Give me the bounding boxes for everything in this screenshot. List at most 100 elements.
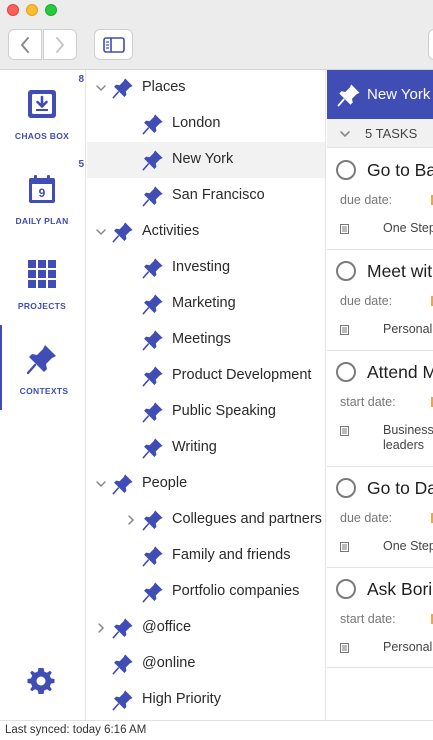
context-row[interactable]: New York xyxy=(87,142,325,178)
task-project-name: Business xyxy=(383,423,433,437)
minimize-window-button[interactable] xyxy=(26,4,38,16)
complete-task-checkbox[interactable] xyxy=(336,478,356,498)
context-row[interactable]: People xyxy=(87,466,325,502)
context-row[interactable]: Writing xyxy=(87,430,325,466)
context-label: Places xyxy=(142,79,186,95)
last-synced-text: Last synced: today 6:16 AM xyxy=(5,724,147,736)
toggle-sidebar-button[interactable] xyxy=(94,29,133,60)
complete-task-checkbox[interactable] xyxy=(336,261,356,281)
rail-label-projects: PROJECTS xyxy=(17,301,67,311)
forward-button[interactable] xyxy=(43,29,77,60)
pushpin-icon xyxy=(112,222,133,243)
task-project[interactable]: One Step xyxy=(383,221,433,236)
context-label: High Priority xyxy=(142,691,221,707)
task-title: Ask Bori xyxy=(367,579,433,599)
pushpin-icon xyxy=(142,294,163,315)
window-toolbar xyxy=(0,0,433,70)
task-card[interactable]: Go to Da due date: One Step xyxy=(327,467,433,568)
task-date-label: due date: xyxy=(340,294,393,308)
rail-item-projects[interactable]: PROJECTS xyxy=(0,240,86,325)
chevron-right-icon xyxy=(56,36,64,53)
context-row[interactable]: Portfolio companies xyxy=(87,574,325,610)
pushpin-icon xyxy=(112,78,133,99)
context-label: Investing xyxy=(172,259,231,275)
daily-plan-count: 5 xyxy=(78,159,84,170)
tasks-group-header[interactable]: 5 TASKS xyxy=(327,119,433,148)
context-label: @office xyxy=(142,619,192,635)
context-row[interactable]: Family and friends xyxy=(87,538,325,574)
task-title: Go to Ba xyxy=(367,160,433,180)
rail-item-contexts[interactable]: CONTEXTS xyxy=(0,325,86,410)
context-label: Portfolio companies xyxy=(172,583,300,599)
context-row[interactable]: Product Development xyxy=(87,358,325,394)
context-row[interactable]: London xyxy=(87,106,325,142)
task-project-name: One Step xyxy=(383,539,433,553)
chevron-right-icon[interactable] xyxy=(125,514,137,526)
calendar-day-number: 9 xyxy=(39,186,46,200)
context-label: Writing xyxy=(172,439,217,455)
context-row[interactable]: Collegues and partners xyxy=(87,502,325,538)
task-project[interactable]: Personal xyxy=(383,322,432,337)
context-label: Marketing xyxy=(172,295,236,311)
chevron-down-icon xyxy=(340,131,350,138)
task-project[interactable]: One Step xyxy=(383,539,433,554)
rail-item-chaos-box[interactable]: 8 CHAOS BOX xyxy=(0,70,86,155)
task-date-label: due date: xyxy=(340,511,393,525)
project-icon xyxy=(340,224,349,234)
complete-task-checkbox[interactable] xyxy=(336,160,356,180)
context-row[interactable]: Activities xyxy=(87,214,325,250)
context-row[interactable]: High Priority xyxy=(87,682,325,718)
rail-item-daily-plan[interactable]: 5 9 DAILY PLAN xyxy=(0,155,86,240)
context-label: Family and friends xyxy=(172,547,291,563)
context-row[interactable]: @office xyxy=(87,610,325,646)
context-label: San Francisco xyxy=(172,187,265,203)
task-date-label: due date: xyxy=(340,193,393,207)
context-row[interactable]: Public Speaking xyxy=(87,394,325,430)
pushpin-icon xyxy=(112,654,133,675)
chevron-down-icon[interactable] xyxy=(95,226,107,238)
context-label: Public Speaking xyxy=(172,403,276,419)
pushpin-icon xyxy=(142,438,163,459)
toolbar-overflow-button[interactable] xyxy=(428,29,433,60)
task-project-name-line2: leaders xyxy=(383,438,424,452)
task-card[interactable]: Ask Bori start date: Personal xyxy=(327,568,433,668)
chaos-box-count: 8 xyxy=(78,74,84,85)
task-project-name: One Step xyxy=(383,221,433,235)
back-button[interactable] xyxy=(8,29,42,60)
chevron-right-icon[interactable] xyxy=(95,622,107,634)
task-card[interactable]: Meet wit due date: Personal xyxy=(327,250,433,351)
zoom-window-button[interactable] xyxy=(45,4,57,16)
tasks-pane: New York 5 TASKS Go to Ba due date: One St… xyxy=(327,70,433,720)
chevron-down-icon[interactable] xyxy=(95,82,107,94)
pushpin-icon xyxy=(142,582,163,603)
context-label: London xyxy=(172,115,221,131)
context-label: Collegues and partners xyxy=(172,511,322,527)
rail-label-contexts: CONTEXTS xyxy=(19,386,69,396)
context-label: Meetings xyxy=(172,331,231,347)
grid-icon xyxy=(28,260,56,288)
context-row[interactable]: Meetings xyxy=(87,322,325,358)
task-project[interactable]: Business leaders xyxy=(383,423,433,453)
context-row[interactable]: San Francisco xyxy=(87,178,325,214)
gear-icon[interactable] xyxy=(26,666,56,696)
context-row[interactable]: Places xyxy=(87,70,325,106)
close-window-button[interactable] xyxy=(7,4,19,16)
complete-task-checkbox[interactable] xyxy=(336,579,356,599)
task-card[interactable]: Go to Ba due date: One Step xyxy=(327,149,433,250)
context-row[interactable]: @online xyxy=(87,646,325,682)
task-project[interactable]: Personal xyxy=(383,640,432,655)
project-icon xyxy=(340,542,349,552)
project-icon xyxy=(340,426,349,436)
chevron-down-icon[interactable] xyxy=(95,478,107,490)
task-date-label: start date: xyxy=(340,395,396,409)
pushpin-icon xyxy=(112,618,133,639)
pushpin-icon xyxy=(142,258,163,279)
complete-task-checkbox[interactable] xyxy=(336,362,356,382)
pushpin-icon xyxy=(142,186,163,207)
rail-label-daily-plan: DAILY PLAN xyxy=(15,216,69,226)
task-project-name: Personal xyxy=(383,640,433,654)
context-row[interactable]: Marketing xyxy=(87,286,325,322)
pushpin-icon xyxy=(142,510,163,531)
context-row[interactable]: Investing xyxy=(87,250,325,286)
task-card[interactable]: Attend M start date: Business leaders xyxy=(327,351,433,467)
